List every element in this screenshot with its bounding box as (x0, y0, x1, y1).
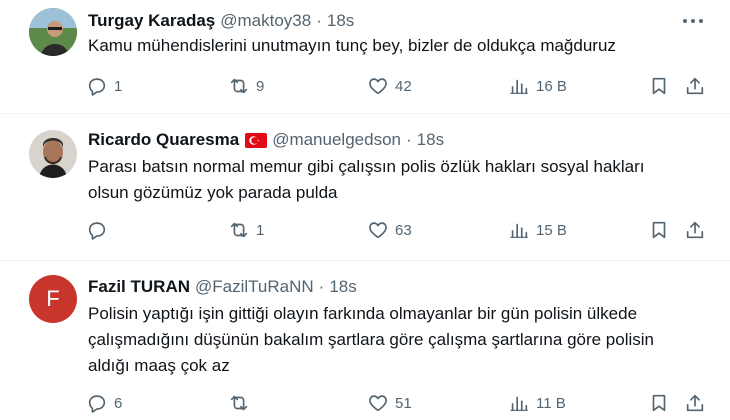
tweet-text: Parası batsın normal memur gibi çalışsın… (88, 154, 708, 206)
turkey-flag-icon (245, 132, 268, 148)
tweet-2[interactable]: Ricardo Quaresma @manuelgedson · 18s Par… (0, 114, 730, 260)
more-options-button[interactable] (682, 10, 704, 32)
reply-button[interactable] (86, 218, 114, 242)
tweet-header: Ricardo Quaresma @manuelgedson · 18s (88, 129, 444, 151)
tweet-text-line: Parası batsın normal memur gibi çalışsın… (88, 157, 645, 176)
share-button[interactable] (684, 391, 706, 415)
share-button[interactable] (684, 74, 706, 98)
action-bar: 6 51 11 B (86, 391, 716, 415)
view-count: 15 B (536, 221, 567, 239)
reply-count: 6 (114, 394, 123, 412)
retweet-button[interactable]: 9 (228, 74, 264, 98)
bookmark-button[interactable] (648, 74, 670, 98)
separator: · (316, 11, 322, 30)
like-count: 51 (395, 394, 412, 412)
timestamp[interactable]: 18s (329, 277, 356, 297)
retweet-button[interactable]: 1 (228, 218, 264, 242)
share-icon (686, 221, 704, 239)
bookmark-icon (652, 77, 666, 95)
more-icon (683, 19, 703, 23)
views-button[interactable]: 16 B (508, 74, 567, 98)
view-count: 11 B (536, 394, 566, 412)
author-name[interactable]: Ricardo Quaresma (88, 130, 239, 150)
share-icon (686, 77, 704, 95)
heart-icon (369, 78, 387, 95)
reply-icon (88, 395, 106, 413)
bookmark-button[interactable] (648, 218, 670, 242)
analytics-icon (510, 223, 528, 239)
tweet-text: Kamu mühendislerini unutmayın tunç bey, … (88, 33, 708, 59)
retweet-count: 9 (256, 77, 265, 95)
author-handle[interactable]: @maktoy38 (220, 11, 311, 31)
like-button[interactable]: 51 (367, 391, 412, 415)
heart-icon (369, 395, 387, 412)
like-count: 63 (395, 221, 412, 239)
reply-button[interactable]: 6 (86, 391, 122, 415)
reply-icon (88, 222, 106, 240)
views-button[interactable]: 15 B (508, 218, 567, 242)
like-count: 42 (395, 77, 412, 95)
author-name[interactable]: Turgay Karadaş (88, 11, 215, 31)
action-bar: 1 9 42 16 B (86, 74, 716, 98)
timestamp[interactable]: 18s (327, 11, 354, 31)
avatar[interactable] (29, 130, 77, 178)
tweet-text-line: çalışmadığını düşünün bakalım şartlara g… (88, 330, 655, 349)
author-handle[interactable]: @FazilTuRaNN (195, 277, 314, 297)
avatar-photo-icon (29, 8, 77, 56)
share-button[interactable] (684, 218, 706, 242)
tweet-text-line: aldığı maaş çok az (88, 356, 230, 375)
heart-icon (369, 222, 387, 239)
avatar[interactable]: F (29, 275, 77, 323)
like-button[interactable]: 42 (367, 74, 412, 98)
tweet-1[interactable]: Turgay Karadaş @maktoy38 · 18s Kamu mühe… (0, 0, 730, 113)
tweet-header: Turgay Karadaş @maktoy38 · 18s (88, 10, 354, 32)
like-button[interactable]: 63 (367, 218, 412, 242)
retweet-icon (230, 222, 248, 238)
action-bar: 1 63 15 B (86, 218, 716, 242)
retweet-count: 1 (256, 221, 265, 239)
separator: · (318, 277, 325, 296)
reply-button[interactable]: 1 (86, 74, 122, 98)
separator: · (405, 130, 412, 149)
author-handle[interactable]: @manuelgedson (272, 130, 401, 150)
retweet-icon (230, 395, 248, 411)
analytics-icon (510, 396, 528, 412)
views-button[interactable]: 11 B (508, 391, 566, 415)
retweet-icon (230, 78, 248, 94)
author-name[interactable]: Fazil TURAN (88, 277, 190, 297)
share-icon (686, 394, 704, 412)
view-count: 16 B (536, 77, 567, 95)
reply-icon (88, 78, 106, 96)
bookmark-icon (652, 221, 666, 239)
avatar-photo-icon (29, 130, 77, 178)
avatar[interactable] (29, 8, 77, 56)
avatar-letter: F (46, 286, 60, 311)
tweet-text: Polisin yaptığı işin gittiği olayın fark… (88, 301, 708, 379)
timestamp[interactable]: 18s (417, 130, 444, 150)
bookmark-button[interactable] (648, 391, 670, 415)
tweet-3[interactable]: F Fazil TURAN @FazilTuRaNN · 18s Polisin… (0, 261, 730, 420)
retweet-button[interactable] (228, 391, 256, 415)
analytics-icon (510, 79, 528, 95)
tweet-text-line: Polisin yaptığı işin gittiği olayın fark… (88, 304, 638, 323)
tweet-text-line: Kamu mühendislerini unutmayın tunç bey, … (88, 36, 616, 55)
reply-count: 1 (114, 77, 123, 95)
tweet-text-line: olsun gözümüz yok parada pulda (88, 183, 338, 202)
tweet-header: Fazil TURAN @FazilTuRaNN · 18s (88, 276, 357, 298)
bookmark-icon (652, 394, 666, 412)
